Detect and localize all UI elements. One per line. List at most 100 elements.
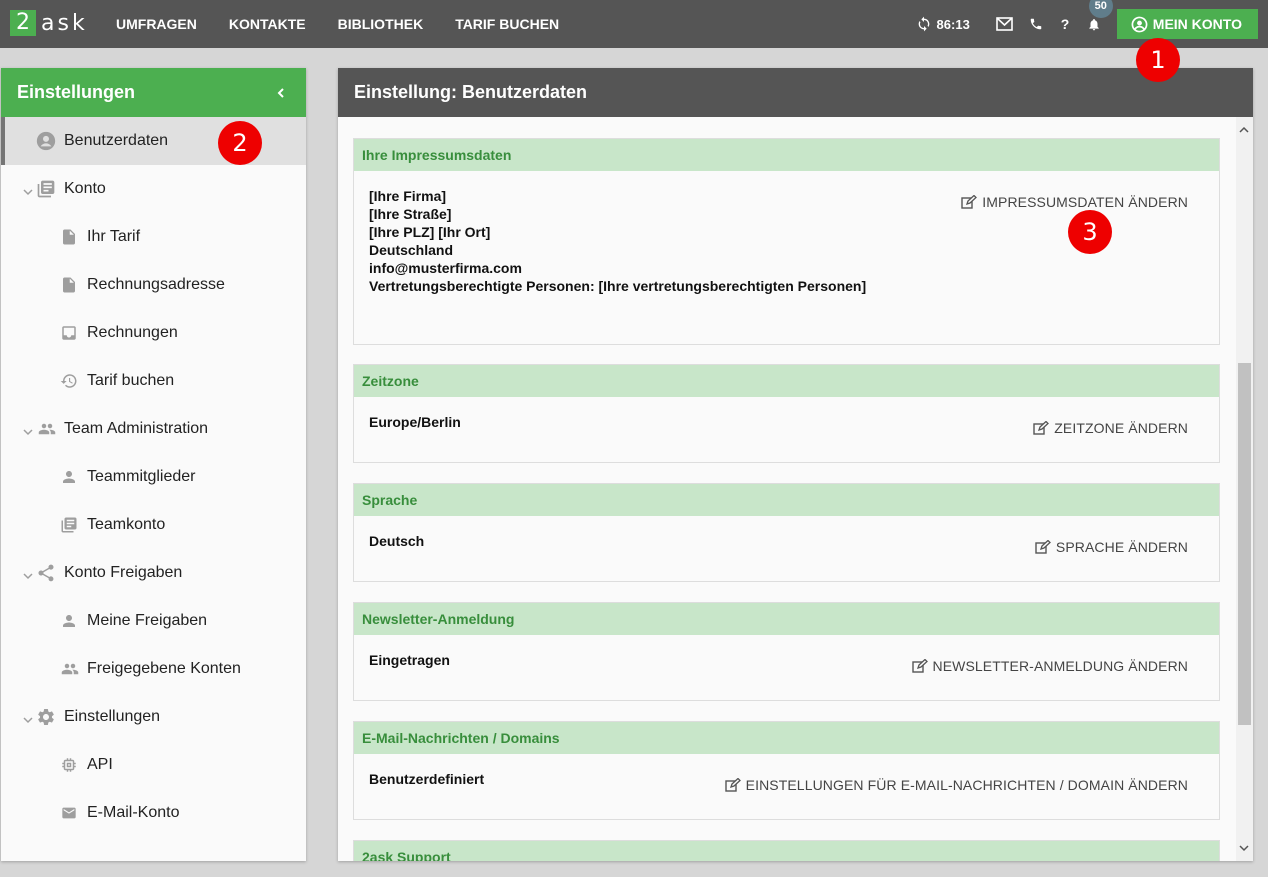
sidebar-item-tarif-buchen[interactable]: Tarif buchen <box>1 357 306 405</box>
section-title: Newsletter-Anmeldung <box>354 603 1219 635</box>
section-title: Ihre Impressumsdaten <box>354 139 1219 171</box>
sidebar-item-label: Tarif buchen <box>87 372 175 389</box>
notification-badge: 50 <box>1088 0 1113 18</box>
sidebar-item-label: Meine Freigaben <box>87 612 208 629</box>
main-nav: UMFRAGEN KONTAKTE BIBLIOTHEK TARIF BUCHE… <box>100 0 575 48</box>
sidebar-item-label: API <box>87 756 113 773</box>
sidebar-item-label: Einstellungen <box>64 708 161 725</box>
scroll-up-icon[interactable] <box>1239 121 1249 139</box>
sidebar-item-einstellungen[interactable]: Einstellungen <box>1 693 306 741</box>
sidebar-item-teamkonto[interactable]: Teamkonto <box>1 501 306 549</box>
chevron-down-icon[interactable] <box>23 183 33 201</box>
session-timer[interactable]: 86:13 <box>916 16 970 32</box>
edit-label: SPRACHE ÄNDERN <box>1055 539 1188 555</box>
sidebar-item-team-administration[interactable]: Team Administration <box>1 405 306 453</box>
edit-icon <box>1033 421 1050 435</box>
my-account-button[interactable]: MEIN KONTO <box>1116 9 1258 39</box>
sidebar-item-label: E-Mail-Konto <box>87 804 180 821</box>
sidebar-item-rechnungen[interactable]: Rechnungen <box>1 309 306 357</box>
annotation-marker-1: 1 <box>1136 38 1180 82</box>
impressum-line: Vertretungsberechtigte Personen: [Ihre v… <box>369 278 867 294</box>
people-icon <box>60 660 80 678</box>
panel-header: Einstellung: Benutzerdaten <box>338 68 1253 117</box>
section-body: Eingetragen NEWSLETTER-ANMELDUNG ÄNDERN <box>354 635 1219 674</box>
inbox-icon <box>60 324 78 342</box>
logo-text: ask <box>41 10 88 36</box>
edit-zeitzone-button[interactable]: ZEITZONE ÄNDERN <box>1033 419 1188 437</box>
envelope-icon[interactable] <box>995 17 1013 31</box>
person-icon <box>60 468 78 486</box>
library-books-icon <box>60 516 78 534</box>
top-bar: 2 ask UMFRAGEN KONTAKTE BIBLIOTHEK TARIF… <box>0 0 1268 48</box>
sidebar-item-konto-freigaben[interactable]: Konto Freigaben <box>1 549 306 597</box>
section-title: Zeitzone <box>354 365 1219 397</box>
edit-label: ZEITZONE ÄNDERN <box>1054 420 1188 436</box>
app-logo[interactable]: 2 ask <box>10 10 88 36</box>
sidebar-header: Einstellungen <box>1 68 306 117</box>
history-icon <box>60 372 78 390</box>
timer-value: 86:13 <box>936 16 970 32</box>
nav-umfragen[interactable]: UMFRAGEN <box>100 16 213 32</box>
my-account-label: MEIN KONTO <box>1152 16 1242 32</box>
page-title: Einstellung: Benutzerdaten <box>354 82 588 102</box>
account-circle-icon <box>1131 16 1148 32</box>
edit-label: EINSTELLUNGEN FÜR E-MAIL-NACHRICHTEN / D… <box>745 777 1188 793</box>
section-zeitzone: Zeitzone Europe/Berlin ZEITZONE ÄNDERN <box>353 364 1220 463</box>
edit-label: NEWSLETTER-ANMELDUNG ÄNDERN <box>932 658 1188 674</box>
sidebar-item-label: Konto <box>64 180 106 197</box>
help-icon[interactable]: ? <box>1059 17 1071 31</box>
edit-icon <box>911 659 928 673</box>
sidebar-item-rechnungsadresse[interactable]: Rechnungsadresse <box>1 261 306 309</box>
sidebar-item-meine-freigaben[interactable]: Meine Freigaben <box>1 597 306 645</box>
section-body: Europe/Berlin ZEITZONE ÄNDERN <box>354 397 1219 436</box>
section-body: Benutzerdefiniert EINSTELLUNGEN FÜR E-MA… <box>354 754 1219 793</box>
sidebar-item-ihr-tarif[interactable]: Ihr Tarif <box>1 213 306 261</box>
nav-bibliothek[interactable]: BIBLIOTHEK <box>322 16 440 32</box>
edit-sprache-button[interactable]: SPRACHE ÄNDERN <box>1035 538 1188 556</box>
bell-icon[interactable]: 50 <box>1087 0 1113 32</box>
annotation-marker-2: 2 <box>218 121 262 165</box>
chevron-down-icon[interactable] <box>23 423 33 441</box>
sidebar-item-label: Teammitglieder <box>87 468 196 485</box>
library-books-icon <box>36 179 56 199</box>
edit-icon <box>961 195 978 209</box>
sidebar-item-freigegebene-konten[interactable]: Freigegebene Konten <box>1 645 306 693</box>
svg-text:?: ? <box>1061 17 1070 31</box>
edit-newsletter-button[interactable]: NEWSLETTER-ANMELDUNG ÄNDERN <box>911 657 1189 675</box>
document-icon <box>60 275 78 295</box>
chevron-left-icon[interactable] <box>276 84 286 105</box>
sidebar-item-label: Ihr Tarif <box>87 228 141 245</box>
edit-email-domains-button[interactable]: EINSTELLUNGEN FÜR E-MAIL-NACHRICHTEN / D… <box>724 776 1188 794</box>
sidebar-item-label: Konto Freigaben <box>64 564 183 581</box>
sidebar-title: Einstellungen <box>17 82 136 102</box>
section-title: 2ask Support <box>354 841 1219 861</box>
chevron-down-icon[interactable] <box>23 711 33 729</box>
section-title: Sprache <box>354 484 1219 516</box>
mail-icon <box>60 805 78 821</box>
section-sprache: Sprache Deutsch SPRACHE ÄNDERN <box>353 483 1220 582</box>
people-icon <box>36 420 58 438</box>
sidebar-item-teammitglieder[interactable]: Teammitglieder <box>1 453 306 501</box>
section-body: Deutsch SPRACHE ÄNDERN <box>354 516 1219 555</box>
edit-icon <box>724 778 741 792</box>
sidebar-item-label: Teamkonto <box>87 516 166 533</box>
settings-panel: Einstellung: Benutzerdaten Ihre Impressu… <box>338 68 1253 861</box>
nav-tarif-buchen[interactable]: TARIF BUCHEN <box>439 16 575 32</box>
nav-kontakte[interactable]: KONTAKTE <box>213 16 322 32</box>
panel-scrollbar[interactable] <box>1236 117 1253 861</box>
chevron-down-icon[interactable] <box>23 567 33 585</box>
edit-impressum-button[interactable]: IMPRESSUMSDATEN ÄNDERN <box>961 193 1188 211</box>
edit-label: IMPRESSUMSDATEN ÄNDERN <box>982 194 1188 210</box>
scroll-down-icon[interactable] <box>1239 839 1249 857</box>
header-actions: 86:13 ? 50 MEIN KONTO <box>916 0 1258 48</box>
phone-icon[interactable] <box>1029 17 1043 31</box>
settings-sidebar: Einstellungen Benutzerdaten Konto Ihr Ta… <box>1 68 306 861</box>
sidebar-item-api[interactable]: API <box>1 741 306 789</box>
document-icon <box>60 227 78 247</box>
sidebar-item-e-mail-konto[interactable]: E-Mail-Konto <box>1 789 306 837</box>
person-icon <box>60 612 78 630</box>
scrollbar-thumb[interactable] <box>1238 363 1251 725</box>
logo-mark: 2 <box>10 10 36 36</box>
share-icon <box>36 563 56 583</box>
sidebar-item-konto[interactable]: Konto <box>1 165 306 213</box>
